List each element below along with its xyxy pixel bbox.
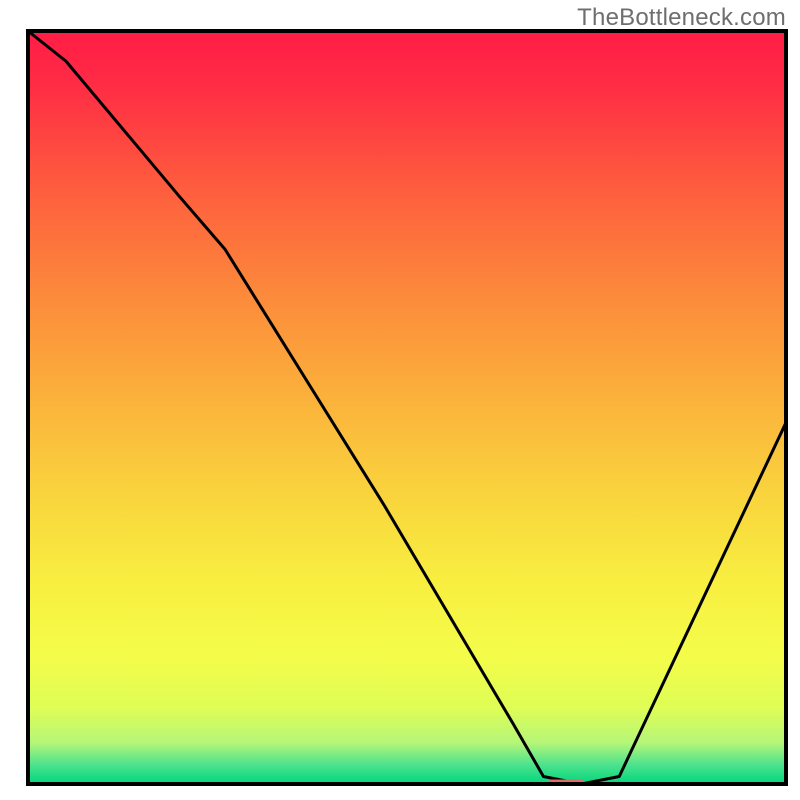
chart-background-gradient xyxy=(28,31,786,784)
bottleneck-chart xyxy=(0,0,800,800)
watermark-text: TheBottleneck.com xyxy=(577,4,786,32)
